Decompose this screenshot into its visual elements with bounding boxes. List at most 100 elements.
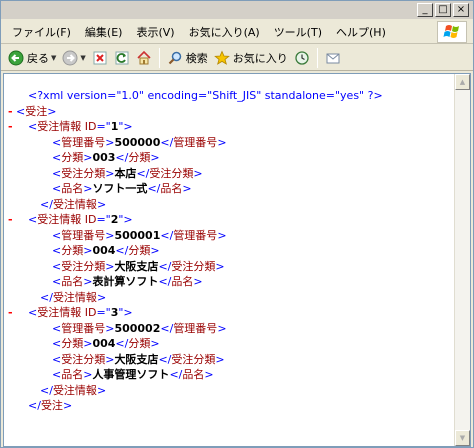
record-close-tag: </受注情報> — [4, 290, 454, 306]
field-value: 表計算ソフト — [92, 275, 159, 288]
xml-declaration-text: <?xml version="1.0" encoding="Shift_JIS"… — [28, 89, 383, 102]
minimize-button[interactable]: _ — [417, 3, 433, 17]
tag-bracket: </ — [147, 182, 161, 195]
refresh-icon — [115, 51, 129, 64]
stop-icon — [93, 51, 107, 64]
scroll-down-icon[interactable]: ▼ — [455, 430, 470, 446]
field-tag-name: 品名 — [171, 275, 194, 288]
collapse-toggle[interactable]: - — [8, 212, 13, 228]
toolbar-separator — [158, 47, 160, 68]
menu-view[interactable]: 表示(V) — [131, 22, 179, 42]
field-tag-name: 管理番号 — [173, 228, 218, 242]
field-mgmt: <管理番号>500002</管理番号> — [4, 321, 454, 337]
menu-tools[interactable]: ツール(T) — [269, 22, 327, 42]
tag-bracket: "> — [118, 306, 133, 319]
field-value: 003 — [92, 151, 116, 164]
tag-bracket: "> — [118, 213, 133, 226]
tag-bracket: </ — [115, 151, 129, 164]
tag-bracket: < — [28, 306, 38, 319]
vertical-scrollbar[interactable]: ▲ ▼ — [454, 74, 470, 446]
root-tag-name: 受注 — [25, 104, 48, 118]
search-button[interactable]: 検索 — [164, 47, 211, 69]
field-value: 004 — [92, 337, 116, 350]
tag-bracket: > — [96, 197, 107, 211]
field-value: 500000 — [114, 135, 161, 149]
tag-bracket: > — [150, 244, 160, 257]
attr-name: ID — [84, 213, 97, 226]
menu-bar: ファイル(F) 編集(E) 表示(V) お気に入り(A) ツール(T) ヘルプ(… — [1, 20, 473, 44]
record-tag-name: 受注情報 — [52, 197, 97, 211]
tag-bracket: </ — [28, 399, 41, 412]
history-button[interactable] — [291, 47, 313, 69]
tag-bracket: < — [52, 166, 62, 180]
tag-bracket: </ — [158, 259, 172, 273]
field-value: ソフト一式 — [92, 182, 148, 195]
stop-button[interactable] — [89, 47, 111, 69]
field-tag-name: 受注分類 — [171, 259, 216, 273]
tag-bracket: < — [52, 228, 62, 242]
back-dropdown-icon[interactable]: ▼ — [51, 54, 56, 62]
record-close-tag: </受注情報> — [4, 383, 454, 399]
tag-bracket: < — [28, 120, 38, 133]
home-button[interactable] — [133, 47, 155, 69]
record-open-tag: - <受注情報 ID="3"> — [4, 305, 454, 321]
field-tag-name: 受注分類 — [61, 352, 106, 366]
tag-bracket: < — [52, 244, 62, 257]
close-button[interactable]: × — [453, 3, 469, 17]
back-button[interactable]: 戻る ▼ — [5, 47, 59, 69]
favorites-button[interactable]: お気に入り — [211, 47, 291, 69]
field-cat: <分類>004</分類> — [4, 336, 454, 352]
scroll-up-icon[interactable]: ▲ — [455, 74, 470, 90]
tag-bracket: < — [52, 151, 62, 164]
field-tag-name: 品名 — [61, 182, 84, 195]
field-value: 本店 — [114, 166, 137, 180]
title-bar: _ □ × — [1, 1, 473, 19]
field-tag-name: 品名 — [160, 182, 183, 195]
tag-bracket: </ — [40, 290, 53, 304]
forward-arrow-icon — [62, 50, 78, 65]
record-tag-name: 受注情報 — [52, 383, 97, 397]
refresh-button[interactable] — [111, 47, 133, 69]
menu-help[interactable]: ヘルプ(H) — [331, 22, 391, 42]
home-icon — [137, 50, 151, 64]
menu-favorites[interactable]: お気に入り(A) — [184, 22, 265, 42]
tag-bracket: </ — [136, 166, 150, 180]
tag-bracket: > — [47, 104, 57, 118]
record-tag-name: 受注情報 — [37, 213, 82, 226]
menu-edit[interactable]: 編集(E) — [80, 22, 128, 42]
star-icon — [213, 50, 230, 65]
tag-bracket: "> — [118, 120, 133, 133]
tag-bracket: > — [96, 383, 107, 397]
record-tag-name: 受注情報 — [52, 290, 97, 304]
forward-button[interactable]: ▼ — [59, 47, 88, 69]
xml-content-pane: <?xml version="1.0" encoding="Shift_JIS"… — [3, 73, 471, 447]
field-value: 500002 — [114, 321, 161, 335]
record-close-tag: </受注情報> — [4, 197, 454, 213]
forward-dropdown-icon[interactable]: ▼ — [80, 54, 85, 62]
field-name: <品名>人事管理ソフト</品名> — [4, 367, 454, 383]
browser-window: _ □ × ファイル(F) 編集(E) 表示(V) お気に入り(A) ツール(T… — [0, 0, 474, 448]
windows-logo-icon — [437, 21, 467, 43]
field-tag-name: 品名 — [182, 368, 205, 381]
field-name: <品名>表計算ソフト</品名> — [4, 274, 454, 290]
field-tag-name: 品名 — [61, 368, 84, 381]
tag-bracket: > — [193, 166, 203, 180]
field-tag-name: 分類 — [61, 151, 84, 164]
collapse-toggle[interactable]: - — [8, 119, 13, 135]
tag-bracket: > — [217, 228, 227, 242]
collapse-toggle[interactable]: - — [8, 104, 13, 120]
field-value: 500001 — [114, 228, 161, 242]
maximize-button[interactable]: □ — [435, 3, 451, 17]
search-icon — [168, 51, 182, 64]
tag-bracket: =" — [96, 120, 111, 133]
tag-bracket: </ — [158, 352, 172, 366]
tag-bracket: > — [215, 352, 225, 366]
tag-bracket: < — [52, 352, 62, 366]
field-tag-name: 分類 — [128, 337, 151, 350]
mail-button[interactable] — [322, 47, 344, 69]
menu-file[interactable]: ファイル(F) — [7, 22, 76, 42]
tag-bracket: > — [193, 275, 203, 288]
field-value: 大阪支店 — [114, 352, 159, 366]
collapse-toggle[interactable]: - — [8, 305, 13, 321]
field-mgmt: <管理番号>500000</管理番号> — [4, 135, 454, 151]
